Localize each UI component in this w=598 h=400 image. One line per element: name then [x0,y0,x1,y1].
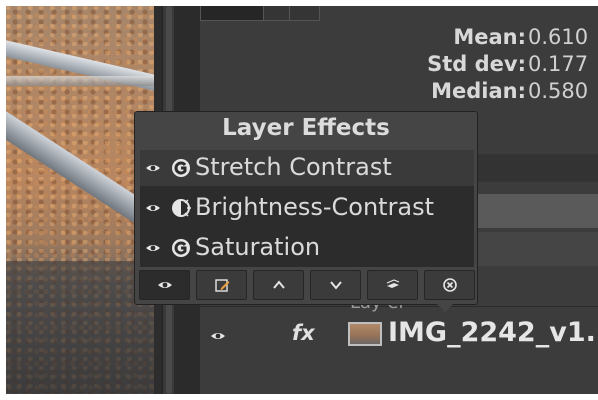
gegl-icon [170,237,192,259]
channel-segment[interactable] [263,6,290,20]
eye-icon[interactable] [145,200,161,216]
channel-segment[interactable] [201,6,264,20]
layer-row-img[interactable]: fx IMG_2242_v1. [200,317,598,358]
image-canvas[interactable] [6,6,154,394]
chevron-up-icon [272,280,285,289]
effect-label: Saturation [195,233,321,261]
eye-icon[interactable] [145,160,161,176]
merge-effects-button[interactable] [367,270,418,300]
stddev-row: Std dev: 0.177 [200,52,598,78]
eye-icon[interactable] [145,240,161,256]
histogram-channel-box[interactable] [200,6,320,21]
median-value: 0.580 [528,79,589,103]
mean-label: Mean: [453,25,526,49]
layer-thumbnail [348,322,382,346]
remove-icon [442,278,457,292]
mean-row: Mean: 0.610 [200,25,598,51]
lower-effect-button[interactable] [310,270,361,300]
effects-list: Stretch Contrast Brightness-Contrast Sat… [140,150,474,267]
median-label: Median: [431,79,526,103]
edit-effect-button[interactable] [196,270,247,300]
layer-name[interactable]: IMG_2242_v1. [388,317,596,348]
effects-toolbar [139,270,475,302]
mean-value: 0.610 [528,25,589,49]
toggle-visibility-button[interactable] [139,270,190,300]
raise-effect-button[interactable] [253,270,304,300]
canvas-shadow-region [6,261,154,394]
remove-effect-button[interactable] [424,270,475,300]
bike-frame-tube [6,106,154,241]
fx-indicator[interactable]: fx [292,321,315,345]
brightness-contrast-icon [170,197,192,219]
eye-icon[interactable] [210,328,226,344]
bike-frame-tube [6,76,154,86]
effect-item-saturation[interactable]: Saturation [140,230,474,266]
effect-item-stretch-contrast[interactable]: Stretch Contrast [140,150,474,186]
eye-icon [157,282,172,288]
popup-pointer [435,302,455,312]
median-row: Median: 0.580 [200,79,598,105]
merge-layers-icon [386,279,399,288]
bike-frame-tube [6,38,154,99]
popup-title: Layer Effects [222,115,390,141]
edit-icon [214,279,229,292]
stddev-label: Std dev: [427,52,526,76]
chevron-down-icon [329,281,342,290]
gegl-icon [170,157,192,179]
effect-label: Brightness-Contrast [195,193,435,221]
effect-label: Stretch Contrast [195,153,392,181]
effect-item-brightness-contrast[interactable]: Brightness-Contrast [140,190,474,226]
layer-effects-popup: Layer Effects Stretch Contrast Brightnes… [134,111,478,312]
stddev-value: 0.177 [528,52,589,76]
